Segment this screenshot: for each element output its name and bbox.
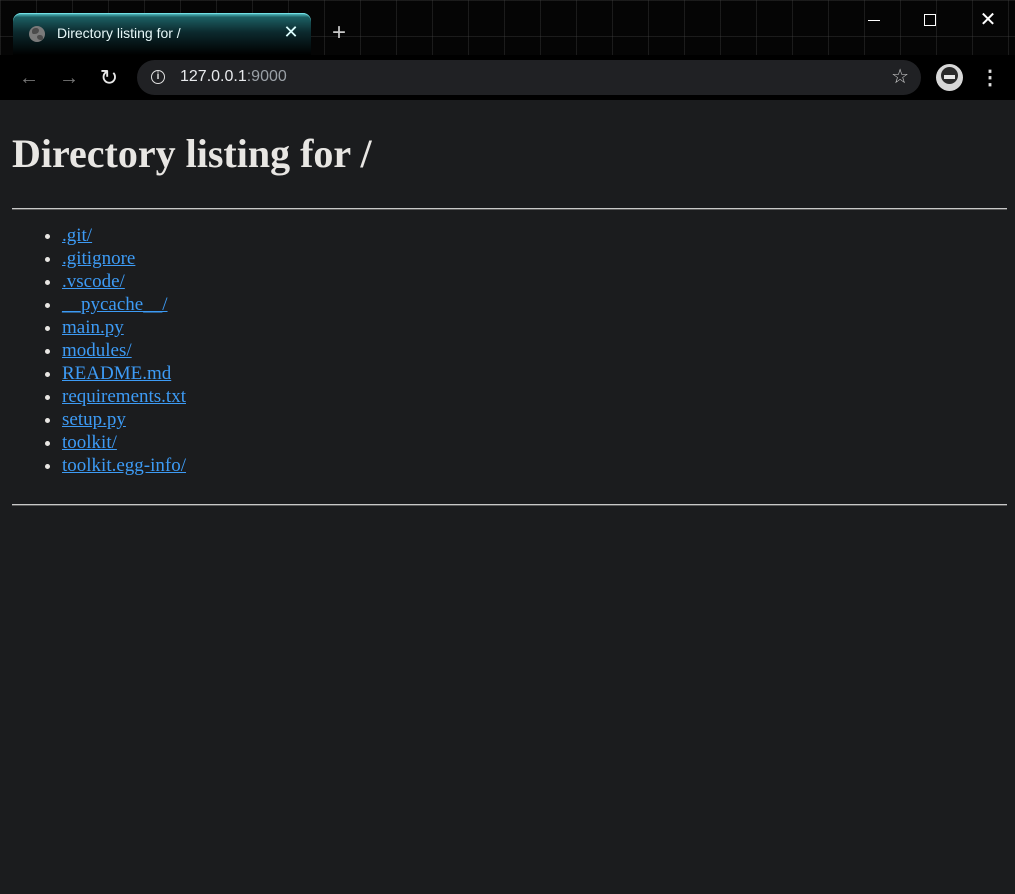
- list-item: toolkit/: [62, 431, 186, 454]
- list-item: main.py: [62, 316, 186, 339]
- file-link[interactable]: main.py: [62, 317, 124, 338]
- page-heading: Directory listing for /: [12, 131, 372, 176]
- url-host: 127.0.0.1: [180, 68, 247, 85]
- back-button[interactable]: ←: [16, 65, 42, 91]
- address-bar[interactable]: i 127.0.0.1:9000 ☆: [137, 60, 921, 95]
- browser-menu-icon[interactable]: ⋮: [980, 65, 1000, 91]
- url-port: :9000: [246, 68, 287, 85]
- file-link[interactable]: requirements.txt: [62, 386, 186, 407]
- close-window-button[interactable]: ✕: [968, 6, 1008, 34]
- directory-listing: .git/ .gitignore .vscode/ __pycache__/ m…: [12, 224, 186, 477]
- minimize-button[interactable]: [855, 6, 895, 34]
- list-item: .git/: [62, 224, 186, 247]
- browser-toolbar: ← → ↻ i 127.0.0.1:9000 ☆ ⋮: [0, 55, 1015, 100]
- globe-icon: [29, 26, 45, 42]
- file-link[interactable]: .git/: [62, 225, 92, 246]
- site-info-icon[interactable]: i: [151, 70, 165, 84]
- list-item: __pycache__/: [62, 293, 186, 316]
- list-item: setup.py: [62, 408, 186, 431]
- profile-avatar[interactable]: [936, 64, 963, 91]
- file-link[interactable]: modules/: [62, 340, 132, 361]
- close-tab-icon[interactable]: ✕: [281, 22, 301, 42]
- url-text[interactable]: 127.0.0.1:9000: [180, 68, 287, 86]
- browser-tab[interactable]: Directory listing for / ✕: [13, 13, 311, 55]
- title-bar: Directory listing for / ✕ + ✕: [0, 0, 1015, 55]
- new-tab-button[interactable]: +: [328, 21, 350, 45]
- maximize-button[interactable]: [910, 6, 950, 34]
- list-item: requirements.txt: [62, 385, 186, 408]
- forward-button[interactable]: →: [56, 65, 82, 91]
- list-item: modules/: [62, 339, 186, 362]
- list-item: .gitignore: [62, 247, 186, 270]
- top-divider: [12, 208, 1007, 210]
- reload-button[interactable]: ↻: [96, 65, 122, 91]
- bottom-divider: [12, 504, 1007, 506]
- list-item: toolkit.egg-info/: [62, 454, 186, 477]
- file-link[interactable]: README.md: [62, 363, 171, 384]
- file-link[interactable]: toolkit.egg-info/: [62, 455, 186, 476]
- bookmark-star-icon[interactable]: ☆: [891, 65, 909, 89]
- file-link[interactable]: toolkit/: [62, 432, 117, 453]
- file-link[interactable]: setup.py: [62, 409, 126, 430]
- tab-title: Directory listing for /: [57, 25, 181, 41]
- file-link[interactable]: .gitignore: [62, 248, 135, 269]
- file-link[interactable]: __pycache__/: [62, 294, 168, 315]
- list-item: .vscode/: [62, 270, 186, 293]
- list-item: README.md: [62, 362, 186, 385]
- page-content: Directory listing for / .git/ .gitignore…: [1, 100, 1014, 892]
- file-link[interactable]: .vscode/: [62, 271, 125, 292]
